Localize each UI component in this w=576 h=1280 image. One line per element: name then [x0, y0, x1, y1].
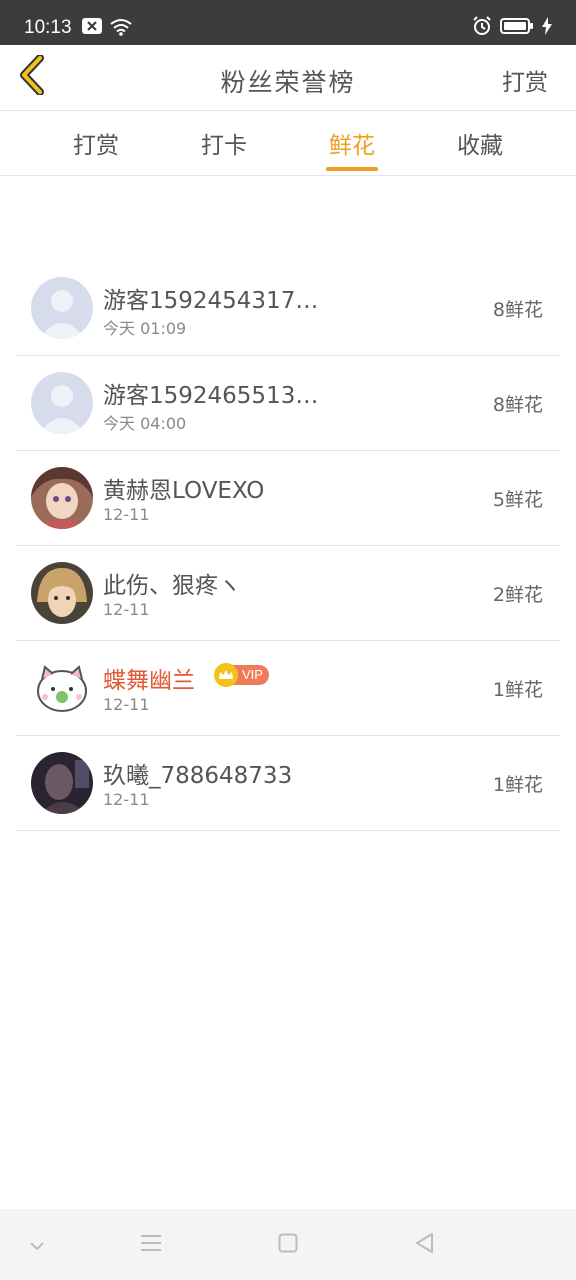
- list-item[interactable]: 蝶舞幽兰 VIP 12-11 1鲜花: [16, 641, 560, 736]
- fan-name: 游客1592465513…: [103, 383, 319, 409]
- fan-name: 玖曦_788648733: [103, 763, 293, 789]
- avatar: [31, 657, 93, 719]
- list-item[interactable]: 游客1592465513… 今天 04:00 8鲜花: [16, 356, 560, 451]
- flower-count: 8鲜花: [492, 394, 543, 416]
- home-square-icon: [278, 1233, 298, 1257]
- menu-icon: [140, 1233, 162, 1257]
- fan-name: 蝶舞幽兰: [103, 668, 195, 694]
- alarm-icon: [472, 16, 492, 40]
- nav-back-button[interactable]: [409, 1231, 439, 1259]
- triangle-back-icon: [414, 1232, 434, 1258]
- tab-bar: 打赏 打卡 鲜花 收藏: [0, 111, 576, 176]
- battery-icon: [500, 17, 534, 39]
- tab-reward[interactable]: 打赏: [32, 111, 160, 175]
- flower-count: 5鲜花: [492, 489, 543, 511]
- charging-icon: [542, 17, 552, 39]
- fan-time: 12-11: [103, 790, 150, 809]
- app-bar: 粉丝荣誉榜 打赏: [0, 45, 576, 111]
- avatar: [31, 562, 93, 624]
- flower-count: 1鲜花: [492, 679, 543, 701]
- list-item[interactable]: 游客1592454317… 今天 01:09 8鲜花: [16, 261, 560, 356]
- chevron-down-icon: [29, 1236, 45, 1255]
- fan-name: 黄赫恩LOVEXO: [103, 478, 265, 504]
- tab-favorites[interactable]: 收藏: [416, 111, 544, 175]
- fan-time: 12-11: [103, 505, 150, 524]
- vip-badge: VIP: [214, 663, 269, 687]
- fan-time: 今天 04:00: [103, 414, 187, 433]
- system-nav-bar: [0, 1209, 576, 1280]
- page-title: 粉丝荣誉榜: [220, 68, 356, 97]
- fan-time: 12-11: [103, 695, 150, 714]
- reward-button[interactable]: 打赏: [502, 63, 548, 97]
- tab-flowers[interactable]: 鲜花: [288, 111, 416, 175]
- flower-count: 1鲜花: [492, 774, 543, 796]
- fan-name: 游客1592454317…: [103, 288, 319, 314]
- fan-time: 今天 01:09: [103, 319, 187, 338]
- avatar: [31, 467, 93, 529]
- avatar: [31, 277, 93, 339]
- list-item[interactable]: 此伤、狠疼ヽ 12-11 2鲜花: [16, 546, 560, 641]
- avatar: [31, 752, 93, 814]
- nav-home-button[interactable]: [273, 1231, 303, 1259]
- flower-count: 2鲜花: [492, 584, 543, 606]
- notification-icon: [82, 18, 102, 40]
- fan-name: 此伤、狠疼ヽ: [103, 573, 241, 599]
- avatar: [31, 372, 93, 434]
- list-item[interactable]: 玖曦_788648733 12-11 1鲜花: [16, 736, 560, 831]
- list-item[interactable]: 黄赫恩LOVEXO 12-11 5鲜花: [16, 451, 560, 546]
- tab-checkin[interactable]: 打卡: [160, 111, 288, 175]
- status-time: 10:13: [24, 17, 72, 38]
- fan-time: 12-11: [103, 600, 150, 619]
- wifi-icon: [110, 18, 132, 40]
- nav-menu-button[interactable]: [136, 1231, 166, 1259]
- nav-collapse-button[interactable]: [22, 1231, 52, 1259]
- flower-count: 8鲜花: [492, 299, 543, 321]
- crown-icon: [214, 663, 238, 687]
- status-bar: 10:13: [0, 0, 576, 45]
- fan-list: 游客1592454317… 今天 01:09 8鲜花 游客1592465513……: [16, 261, 560, 831]
